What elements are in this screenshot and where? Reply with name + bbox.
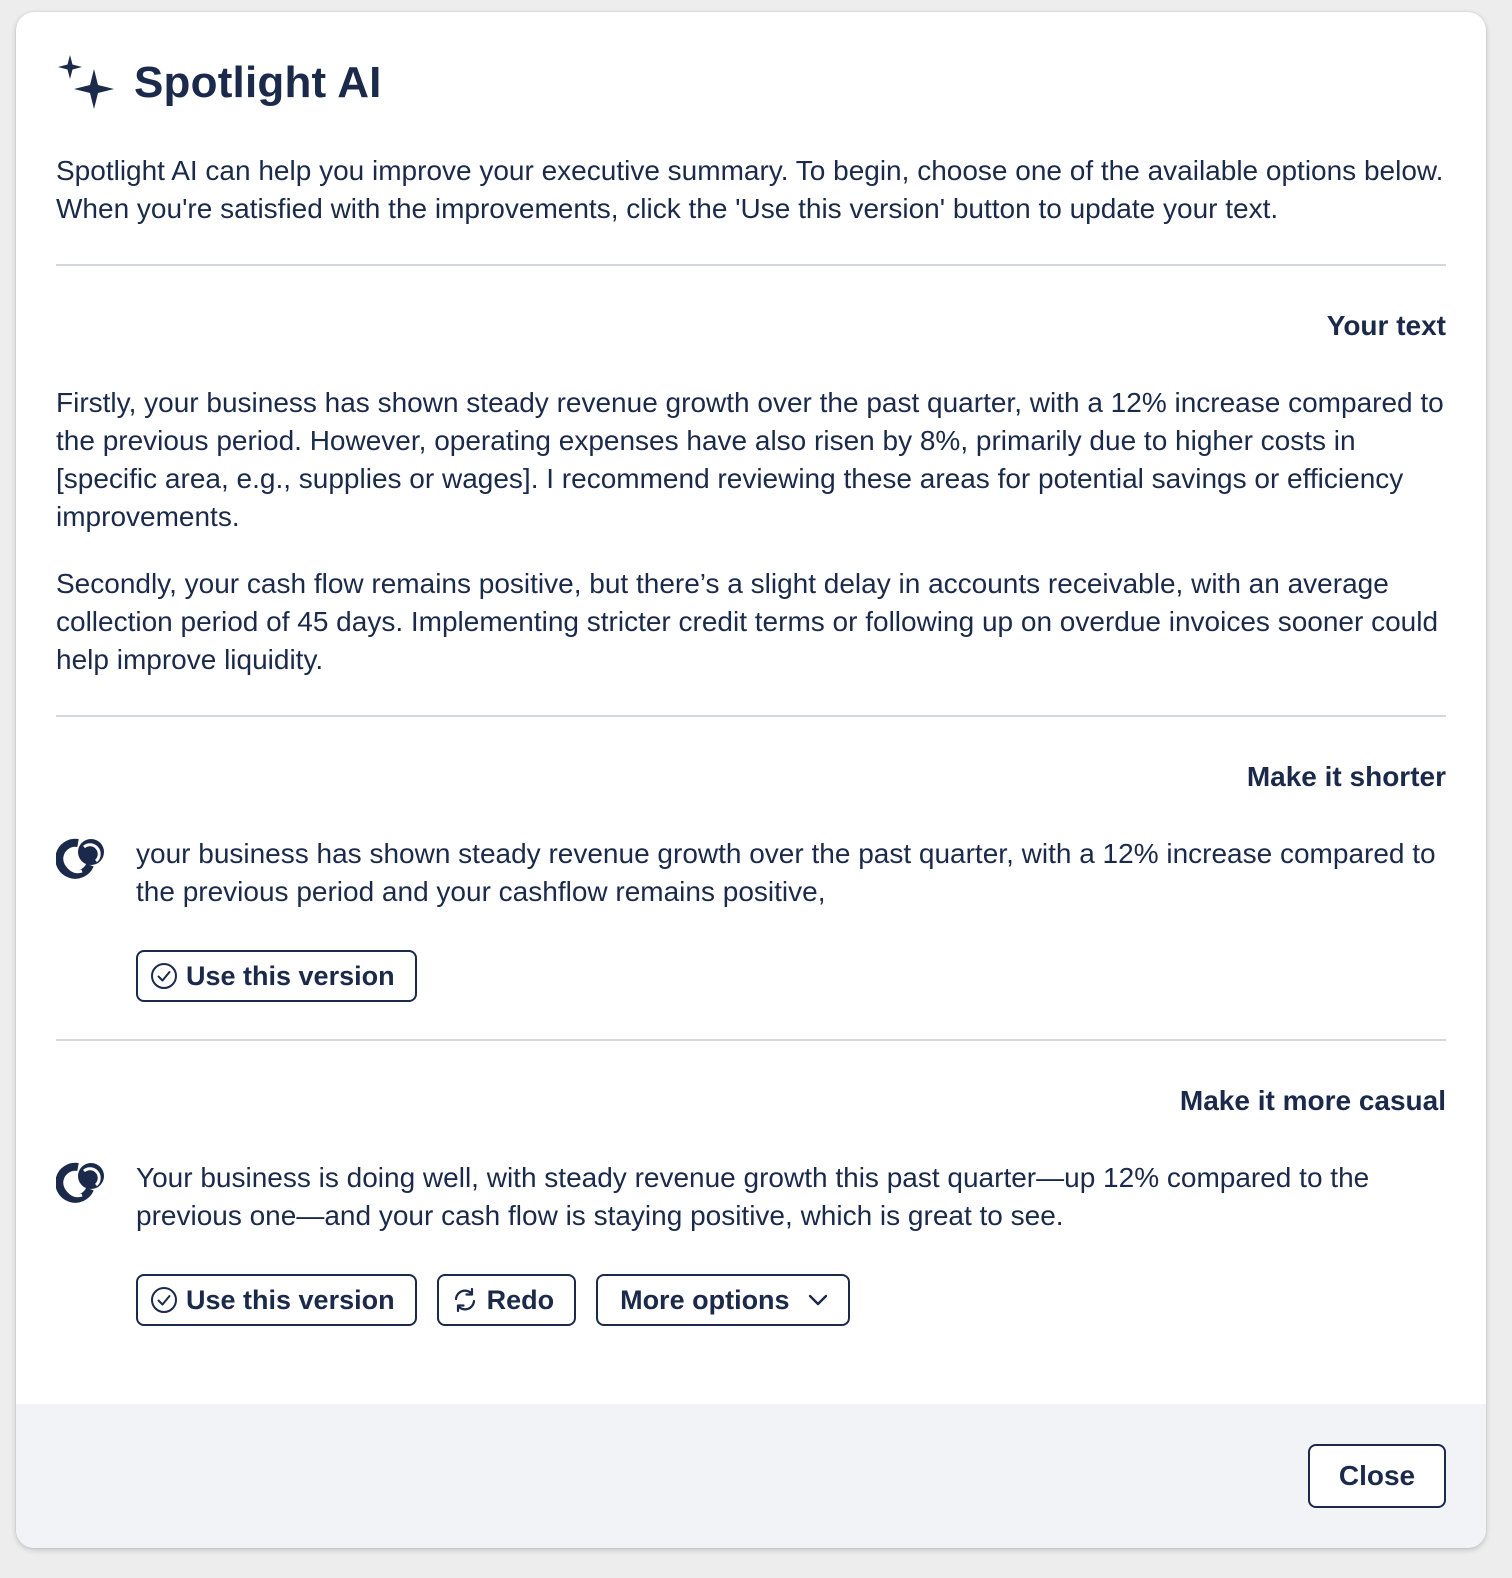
check-circle-icon (150, 1286, 178, 1314)
suggestion-shorter-actions: Use this version (136, 950, 417, 1002)
suggestion-shorter-heading: Make it shorter (1246, 761, 1446, 792)
redo-button[interactable]: Redo (436, 1274, 577, 1326)
suggestion-casual-heading: Make it more casual (1179, 1085, 1446, 1116)
your-text-paragraph-2: Secondly, your cash flow remains positiv… (56, 568, 1439, 675)
dialog-title: Spotlight AI (134, 58, 382, 107)
use-this-version-button[interactable]: Use this version (136, 950, 417, 1002)
spotlight-logo-icon (55, 835, 106, 881)
use-this-version-label: Use this version (186, 960, 395, 991)
divider (56, 264, 1446, 266)
dialog-footer: Close (16, 1404, 1486, 1548)
refresh-icon (451, 1286, 479, 1314)
sparkle-icon (56, 53, 116, 113)
use-this-version-label: Use this version (186, 1284, 395, 1315)
spotlight-ai-dialog: Spotlight AI Spotlight AI can help you i… (16, 12, 1486, 1548)
suggestion-shorter-text: your business has shown steady revenue g… (136, 838, 1436, 907)
your-text-heading: Your text (1326, 310, 1446, 341)
use-this-version-button[interactable]: Use this version (136, 1274, 417, 1326)
check-circle-icon (150, 962, 178, 990)
your-text-paragraph-1: Firstly, your business has shown steady … (56, 387, 1444, 532)
spotlight-logo-icon (55, 1159, 106, 1205)
dialog-header: Spotlight AI (56, 52, 382, 114)
intro-text: Spotlight AI can help you improve your e… (56, 155, 1444, 224)
close-button[interactable]: Close (1308, 1444, 1446, 1508)
redo-label: Redo (486, 1284, 555, 1315)
divider (56, 1039, 1446, 1041)
suggestion-casual-actions: Use this version Redo More options (136, 1274, 850, 1326)
divider (56, 715, 1446, 717)
chevron-down-icon (806, 1288, 830, 1312)
suggestion-casual-text: Your business is doing well, with steady… (136, 1162, 1370, 1231)
more-options-label: More options (620, 1284, 790, 1315)
more-options-dropdown[interactable]: More options (596, 1274, 850, 1326)
